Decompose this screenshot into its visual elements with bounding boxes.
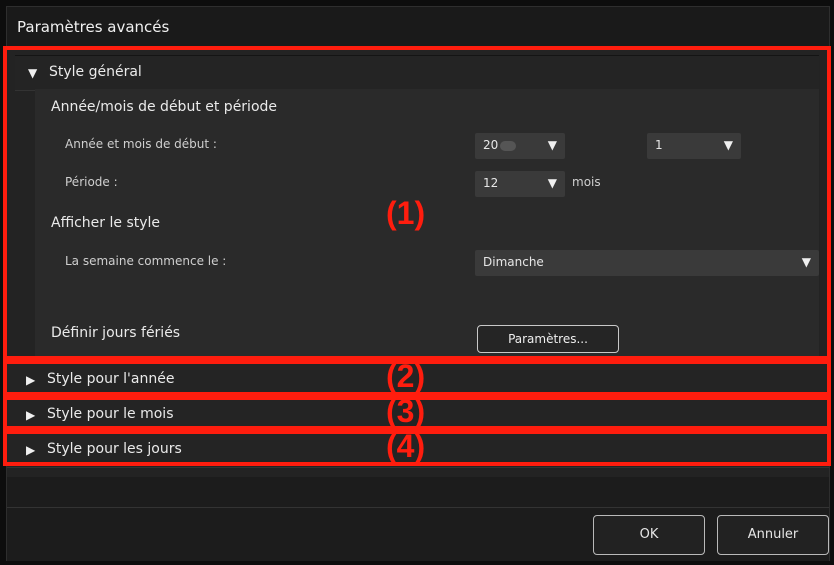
title-bar: Paramètres avancés [7, 7, 829, 47]
ok-button[interactable]: OK [593, 515, 705, 555]
annotation-label-1: (1) [386, 195, 426, 231]
dialog-title: Paramètres avancés [17, 18, 170, 36]
annotation-label-2: (2) [386, 358, 426, 394]
annotation-label-3: (3) [386, 393, 426, 429]
annotation-label-4: (4) [386, 428, 426, 464]
cancel-button[interactable]: Annuler [717, 515, 829, 555]
dialog-footer: OK Annuler [7, 507, 829, 561]
